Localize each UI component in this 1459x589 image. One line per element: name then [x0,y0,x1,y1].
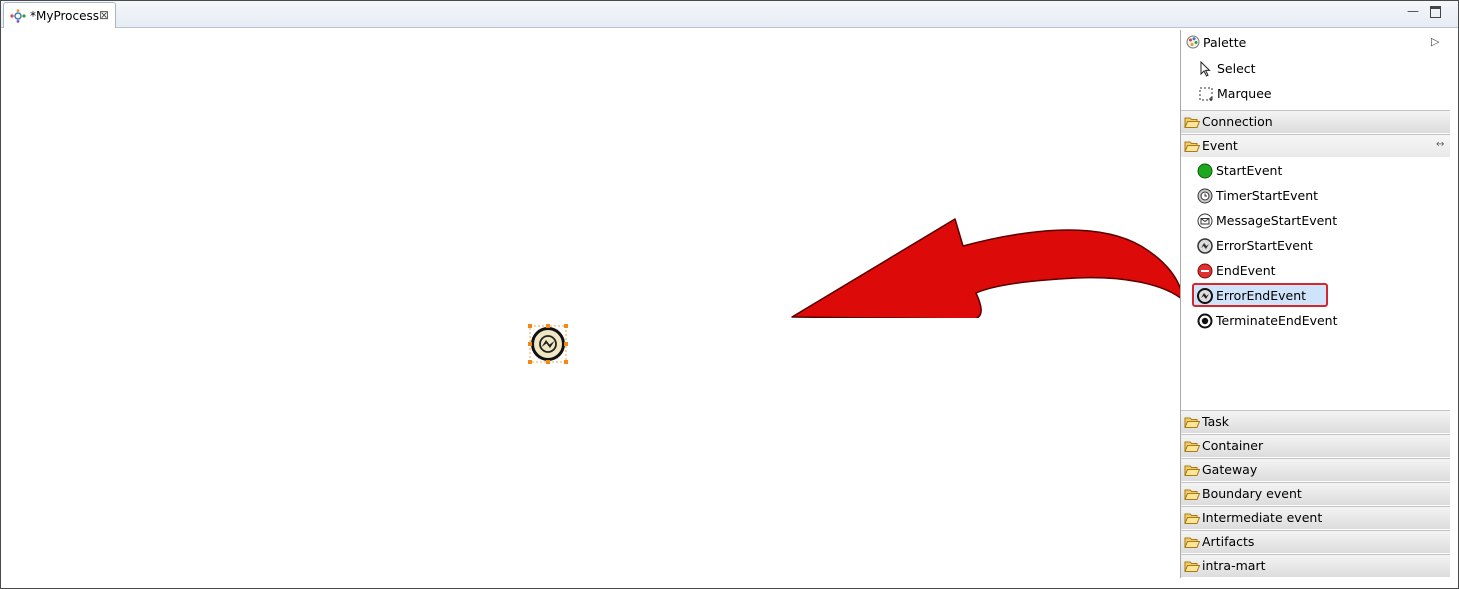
resize-handle[interactable] [528,360,532,364]
palette-header: Palette ▷ [1181,30,1450,54]
drawer-connection[interactable]: Connection [1181,110,1450,133]
palette-title: Palette [1203,35,1247,50]
palette-item-startevent[interactable]: StartEvent [1181,159,1450,183]
error-end-event-node[interactable] [528,324,568,364]
drawer-label: Gateway [1202,462,1258,477]
folder-icon [1184,536,1201,552]
pin-drawer-icon[interactable]: ↔ [1436,139,1444,150]
palette-item-messagestartevent[interactable]: MessageStartEvent [1181,209,1450,233]
process-diagram-icon [10,9,26,26]
resize-handle[interactable] [546,324,550,328]
tool-label: Marquee [1217,86,1272,101]
palette-item-timerstartevent[interactable]: TimerStartEvent [1181,184,1450,208]
error-end-event-icon [529,325,567,363]
folder-icon [1184,512,1201,528]
marquee-icon [1198,86,1214,105]
folder-icon [1184,116,1201,132]
close-icon[interactable]: ⊠ [99,8,109,22]
entry-label: MessageStartEvent [1216,213,1338,228]
folder-icon [1184,416,1201,432]
drawer-label: Container [1202,438,1264,453]
palette-item-terminateendevent[interactable]: TerminateEndEvent [1181,309,1450,333]
drawer-intra-mart[interactable]: intra-mart [1181,554,1450,577]
drawer-label: intra-mart [1202,558,1266,573]
editor-tab-myprocess[interactable]: *MyProcess ⊠ [3,2,116,28]
end-event-icon [1197,263,1213,282]
drawer-task[interactable]: Task [1181,410,1450,433]
drawer-label: Intermediate event [1202,510,1323,525]
tool-marquee[interactable]: Marquee [1181,83,1450,105]
terminate-end-event-icon [1197,313,1213,332]
resize-handle[interactable] [564,324,568,328]
drawer-boundary-event[interactable]: Boundary event [1181,482,1450,505]
drawer-label: Boundary event [1202,486,1302,501]
drawer-label: Event [1202,138,1238,153]
palette-item-errorstartevent[interactable]: ErrorStartEvent [1181,234,1450,258]
diagram-canvas[interactable] [1,28,1184,584]
editor-tab-bar: *MyProcess ⊠ — [1,1,1458,28]
folder-icon [1184,140,1201,156]
tab-title: *MyProcess [30,9,99,23]
drawer-label: Connection [1202,114,1273,129]
annotation-arrow-icon [791,218,1184,318]
resize-handle[interactable] [528,324,532,328]
start-event-icon [1197,163,1213,182]
drawer-event[interactable]: Event ↔ [1181,134,1450,157]
resize-handle[interactable] [564,360,568,364]
entry-label: ErrorEndEvent [1216,288,1307,303]
collapse-palette-icon[interactable]: ▷ [1431,35,1439,48]
drawer-label: Artifacts [1202,534,1255,549]
folder-icon [1184,440,1201,456]
maximize-icon[interactable] [1430,6,1441,18]
resize-handle[interactable] [564,342,568,346]
entry-label: EndEvent [1216,263,1276,278]
error-start-event-icon [1197,238,1213,257]
timer-start-event-icon [1197,188,1213,207]
message-start-event-icon [1197,213,1213,232]
tool-label: Select [1217,61,1256,76]
drawer-container[interactable]: Container [1181,434,1450,457]
editor-window: *MyProcess ⊠ — Palette ▷ Select Marquee … [0,0,1459,589]
palette-icon [1186,35,1200,52]
palette-panel: Palette ▷ Select Marquee Connection Even… [1180,30,1450,578]
folder-icon [1184,464,1201,480]
entry-label: StartEvent [1216,163,1283,178]
entry-label: TimerStartEvent [1216,188,1319,203]
arrow-cursor-icon [1198,60,1212,80]
drawer-intermediate-event[interactable]: Intermediate event [1181,506,1450,529]
resize-handle[interactable] [528,342,532,346]
palette-item-endevent[interactable]: EndEvent [1181,259,1450,283]
error-end-event-icon [1197,288,1213,307]
drawer-label: Task [1202,414,1229,429]
resize-handle[interactable] [546,360,550,364]
palette-item-errorendevent[interactable]: ErrorEndEvent [1181,283,1450,308]
minimize-icon[interactable]: — [1407,4,1419,18]
entry-label: ErrorStartEvent [1216,238,1313,253]
folder-icon [1184,560,1201,576]
entry-label: TerminateEndEvent [1216,313,1338,328]
folder-icon [1184,488,1201,504]
drawer-artifacts[interactable]: Artifacts [1181,530,1450,553]
tool-select[interactable]: Select [1181,58,1450,80]
drawer-gateway[interactable]: Gateway [1181,458,1450,481]
